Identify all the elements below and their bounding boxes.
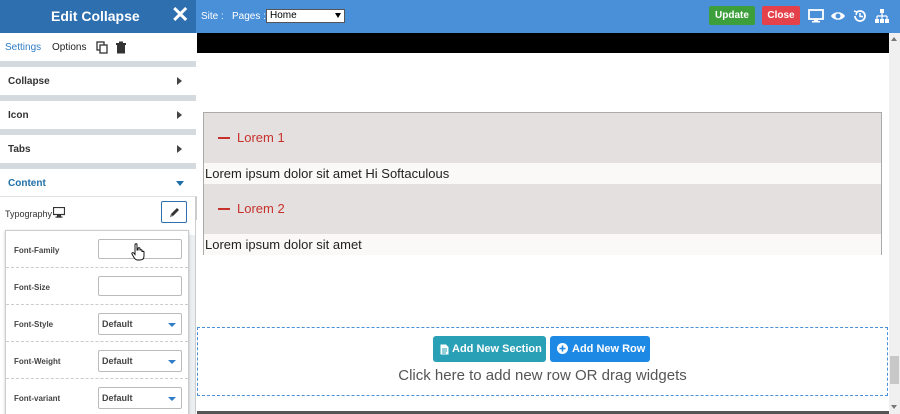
scroll-down-icon[interactable] (891, 405, 897, 409)
pages-select[interactable]: Home (266, 9, 345, 23)
close-icon[interactable]: ✕ (171, 3, 189, 27)
add-row-button[interactable]: Add New Row (550, 336, 650, 362)
typography-edit-button[interactable] (161, 201, 187, 223)
pages-label: Pages : (232, 11, 266, 22)
collapse-item-title: Lorem 1 (237, 130, 285, 145)
font-style-value: Default (102, 319, 133, 329)
drop-zone-hint: Click here to add new row OR drag widget… (398, 367, 687, 384)
section-content-label: Content (8, 178, 46, 189)
font-family-label: Font-Family (14, 246, 60, 255)
collapse-item-body: Lorem ipsum dolor sit amet Hi Softaculou… (204, 163, 881, 184)
font-style-row: Font-Style Default (6, 305, 188, 342)
font-weight-select[interactable]: Default (98, 350, 182, 372)
add-row-label: Add New Row (572, 343, 646, 355)
update-button[interactable]: Update (709, 6, 755, 25)
collapse-item-text: Lorem ipsum dolor sit amet Hi Softaculou… (205, 166, 450, 181)
font-variant-label: Font-variant (14, 394, 61, 403)
chevron-down-icon (176, 181, 184, 186)
minus-icon (218, 208, 230, 210)
add-section-button[interactable]: Add New Section (433, 336, 546, 362)
editor-root: Site : Pages : Home Update Close Edit Co… (0, 0, 900, 414)
collapse-widget[interactable]: Lorem 1 Lorem ipsum dolor sit amet Hi So… (203, 112, 882, 255)
tab-options[interactable]: Options (52, 42, 86, 53)
copy-icon[interactable] (96, 41, 108, 54)
chevron-right-icon (177, 111, 182, 119)
section-collapse-label: Collapse (8, 76, 50, 87)
font-weight-label: Font-Weight (14, 357, 61, 366)
chevron-down-icon (168, 360, 176, 364)
document-icon (440, 344, 449, 355)
font-size-row: Font-Size (6, 268, 188, 305)
font-weight-row: Font-Weight Default (6, 342, 188, 379)
scroll-up-icon[interactable] (891, 37, 897, 41)
pencil-icon (170, 208, 179, 217)
desktop-icon[interactable] (808, 8, 824, 24)
font-variant-value: Default (102, 393, 133, 403)
font-size-label: Font-Size (14, 283, 50, 292)
settings-panel: Settings Options Collapse Icon Tabs Cont… (0, 33, 196, 414)
typography-label: Typography (5, 209, 53, 219)
drop-zone[interactable]: Add New Section Add New Row Click here t… (197, 327, 888, 396)
history-icon[interactable] (852, 8, 868, 24)
header-strip (197, 33, 889, 53)
collapse-item-text: Lorem ipsum dolor sit amet (205, 237, 362, 252)
chevron-right-icon (177, 145, 182, 153)
eye-icon[interactable] (830, 8, 846, 24)
chevron-down-icon (335, 13, 341, 18)
typography-popup: Font-Family Font-Size Font-Style Default… (5, 230, 189, 414)
chevron-down-icon (168, 323, 176, 327)
tab-settings[interactable]: Settings (5, 42, 41, 53)
typography-row: Typography (0, 198, 196, 228)
collapse-item-header[interactable]: Lorem 2 (204, 184, 881, 234)
section-tabs-label: Tabs (8, 144, 31, 155)
section-tabs[interactable]: Tabs (0, 135, 196, 163)
add-section-label: Add New Section (452, 343, 542, 355)
section-icon[interactable]: Icon (0, 101, 196, 129)
site-label: Site : (201, 11, 224, 22)
minus-icon (218, 137, 230, 139)
hand-cursor-icon (131, 243, 145, 261)
plus-circle-icon (557, 343, 568, 354)
font-variant-row: Font-variant Default (6, 379, 188, 414)
desktop-icon[interactable] (53, 207, 65, 218)
collapse-item-body: Lorem ipsum dolor sit amet (204, 234, 881, 255)
scroll-thumb[interactable] (890, 356, 899, 384)
font-family-row: Font-Family (6, 231, 188, 268)
sitemap-icon[interactable] (874, 8, 890, 24)
font-variant-select[interactable]: Default (98, 387, 182, 409)
section-collapse[interactable]: Collapse (0, 67, 196, 95)
chevron-right-icon (177, 77, 182, 85)
section-icon-label: Icon (8, 110, 29, 121)
panel-title: Edit Collapse (51, 8, 140, 24)
section-content[interactable]: Content (0, 169, 196, 197)
font-weight-value: Default (102, 356, 133, 366)
page-scrollbar[interactable] (889, 33, 900, 414)
pages-select-value: Home (270, 10, 297, 21)
font-size-input[interactable] (98, 276, 182, 296)
font-style-label: Font-Style (14, 320, 54, 329)
trash-icon[interactable] (115, 41, 127, 54)
chevron-down-icon (168, 397, 176, 401)
close-button[interactable]: Close (762, 6, 800, 25)
page-canvas: Lorem 1 Lorem ipsum dolor sit amet Hi So… (197, 33, 889, 414)
panel-header: Edit Collapse ✕ (0, 0, 196, 33)
font-style-select[interactable]: Default (98, 313, 182, 335)
collapse-item-header[interactable]: Lorem 1 (204, 113, 881, 163)
collapse-item-title: Lorem 2 (237, 201, 285, 216)
panel-tabs: Settings Options (0, 33, 196, 61)
